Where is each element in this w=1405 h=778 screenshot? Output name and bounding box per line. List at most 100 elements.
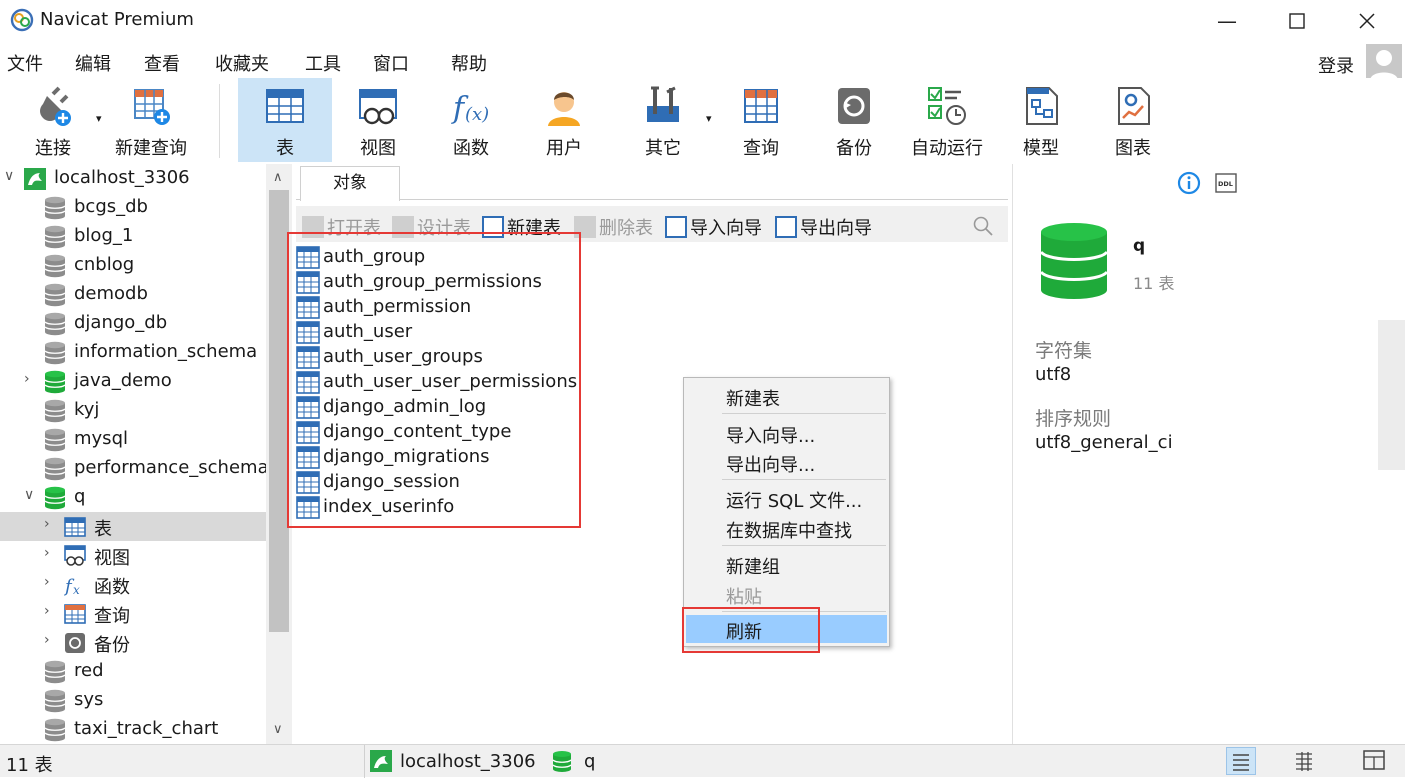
- menu-import-wizard[interactable]: 导入向导...: [684, 419, 889, 447]
- function-tool-button[interactable]: f (x) 函数: [424, 78, 518, 162]
- tree-q-child[interactable]: › 表: [0, 512, 266, 541]
- menu-favorites[interactable]: 收藏夹: [215, 50, 269, 76]
- function-tool-label: 函数: [453, 138, 489, 159]
- list-view-icon: [1233, 754, 1249, 771]
- info-icon[interactable]: [1177, 171, 1201, 195]
- chart-tool-button[interactable]: 图表: [1088, 78, 1178, 162]
- menu-new-group[interactable]: 新建组: [684, 550, 889, 578]
- menu-tools[interactable]: 工具: [305, 50, 341, 76]
- window-title: Navicat Premium: [40, 9, 194, 30]
- tree-label: demodb: [74, 283, 148, 304]
- tree-db-java_demo[interactable]: › java_demo: [0, 367, 266, 396]
- model-tool-button[interactable]: 模型: [996, 78, 1086, 162]
- maximize-button[interactable]: [1274, 0, 1320, 42]
- tree-db-mysql[interactable]: mysql: [0, 425, 266, 454]
- tree-q-child[interactable]: › f x 函数: [0, 570, 266, 599]
- tree-label: red: [74, 660, 104, 681]
- tree-db-information_schema[interactable]: information_schema: [0, 338, 266, 367]
- import-wizard-button[interactable]: 导入向导: [665, 214, 762, 240]
- view-tool-button[interactable]: 视图: [332, 78, 424, 162]
- tree-db-demodb[interactable]: demodb: [0, 280, 266, 309]
- svg-text:x: x: [73, 583, 80, 597]
- other-tool-button[interactable]: 其它: [620, 78, 706, 162]
- main-toolbar: 连接 ▾ 新建查询 表 视图 f (x) 函数 用户 其它 ▾ 查询 备份 自动…: [0, 78, 1405, 164]
- chevron-right-icon[interactable]: ›: [44, 545, 50, 561]
- chevron-right-icon[interactable]: ›: [44, 574, 50, 590]
- list-view-toggle[interactable]: [1226, 747, 1256, 775]
- tree-db-cnblog[interactable]: cnblog: [0, 251, 266, 280]
- import-icon: [665, 216, 687, 238]
- query-icon: [744, 89, 778, 123]
- ddl-icon[interactable]: DDL: [1215, 173, 1237, 193]
- tree-db-q[interactable]: ∨ q: [0, 483, 266, 512]
- menu-import-wizard-label: 导入向导...: [726, 426, 816, 447]
- avatar[interactable]: [1366, 44, 1402, 80]
- chevron-right-icon[interactable]: ›: [24, 371, 30, 387]
- sidebar-scroll-thumb[interactable]: [269, 190, 289, 632]
- model-tool-label: 模型: [1023, 138, 1059, 159]
- tree-db-django_db[interactable]: django_db: [0, 309, 266, 338]
- menu-bar: 文件 编辑 查看 收藏夹 工具 窗口 帮助: [0, 42, 1405, 78]
- tree-db-taxi_track_chart[interactable]: taxi_track_chart: [0, 715, 266, 744]
- tree-label: cnblog: [74, 254, 135, 275]
- chevron-down-icon[interactable]: ∨: [24, 487, 34, 503]
- menu-new-table[interactable]: 新建表: [684, 382, 889, 410]
- tree-label: localhost_3306: [54, 167, 190, 188]
- scroll-down-icon[interactable]: ∨: [273, 722, 283, 737]
- menu-edit[interactable]: 编辑: [75, 50, 111, 76]
- chart-tool-label: 图表: [1115, 138, 1151, 159]
- login-link[interactable]: 登录: [1318, 52, 1354, 78]
- user-tool-button[interactable]: 用户: [518, 78, 610, 162]
- connect-dropdown-icon[interactable]: ▾: [96, 112, 102, 125]
- menu-help[interactable]: 帮助: [451, 50, 487, 76]
- menu-window[interactable]: 窗口: [373, 50, 409, 76]
- menu-export-wizard[interactable]: 导出向导...: [684, 448, 889, 476]
- search-icon[interactable]: [972, 215, 994, 237]
- view-icon: [64, 545, 86, 566]
- new-query-button[interactable]: 新建查询: [108, 78, 194, 162]
- table-tool-label: 表: [276, 138, 294, 159]
- minimize-button[interactable]: —: [1204, 0, 1250, 42]
- info-panel: DDL q 11 表 字符集 utf8 排序规则 utf8_general_ci: [1012, 164, 1405, 744]
- tree-q-child[interactable]: › 视图: [0, 541, 266, 570]
- menu-find-in-db[interactable]: 在数据库中查找: [684, 514, 889, 542]
- delete-table-button[interactable]: 删除表: [574, 214, 653, 240]
- detail-view-toggle[interactable]: [1290, 747, 1320, 775]
- tree-connection[interactable]: ∨ localhost_3306: [0, 164, 266, 193]
- tree-q-child[interactable]: › 备份: [0, 628, 266, 657]
- chevron-right-icon[interactable]: ›: [44, 516, 50, 532]
- view-icon: [359, 89, 397, 125]
- backup-icon: [838, 88, 870, 124]
- other-dropdown-icon[interactable]: ▾: [706, 112, 712, 125]
- scroll-up-icon[interactable]: ∧: [273, 170, 283, 185]
- tree-db-blog_1[interactable]: blog_1: [0, 222, 266, 251]
- er-view-toggle[interactable]: [1360, 747, 1390, 775]
- tab-objects[interactable]: 对象: [300, 166, 400, 201]
- tree-db-performance_schema[interactable]: performance_schema: [0, 454, 269, 483]
- tree-label: blog_1: [74, 225, 134, 246]
- query-tool-button[interactable]: 查询: [716, 78, 806, 162]
- menu-run-sql[interactable]: 运行 SQL 文件...: [684, 484, 889, 512]
- export-wizard-button[interactable]: 导出向导: [775, 214, 872, 240]
- model-icon: [1026, 87, 1058, 125]
- tree-db-bcgs_db[interactable]: bcgs_db: [0, 193, 266, 222]
- menu-view[interactable]: 查看: [144, 50, 180, 76]
- chevron-right-icon[interactable]: ›: [44, 603, 50, 619]
- tree-db-kyj[interactable]: kyj: [0, 396, 266, 425]
- auto-run-tool-button[interactable]: 自动运行: [902, 78, 992, 162]
- backup-tool-button[interactable]: 备份: [808, 78, 900, 162]
- database-icon: [44, 689, 66, 713]
- tree-q-child[interactable]: › 查询: [0, 599, 266, 628]
- info-panel-scrollbar[interactable]: [1378, 320, 1405, 470]
- tree-db-sys[interactable]: sys: [0, 686, 266, 715]
- chevron-right-icon[interactable]: ›: [44, 632, 50, 648]
- close-button[interactable]: [1344, 0, 1390, 42]
- navicat-logo-icon: [10, 8, 34, 32]
- table-tool-button[interactable]: 表: [238, 78, 332, 162]
- menu-separator: [722, 413, 886, 414]
- database-icon: [44, 428, 66, 452]
- connect-button[interactable]: 连接: [10, 78, 96, 162]
- chevron-down-icon[interactable]: ∨: [4, 168, 14, 184]
- menu-file[interactable]: 文件: [7, 50, 43, 76]
- tree-db-red[interactable]: red: [0, 657, 266, 686]
